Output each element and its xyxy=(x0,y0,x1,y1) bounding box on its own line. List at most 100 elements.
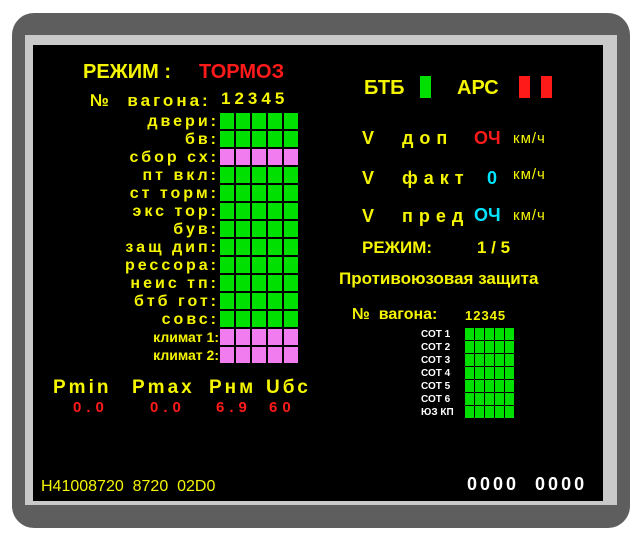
sot-cell xyxy=(495,341,504,353)
status-cell xyxy=(252,167,266,183)
status-cell xyxy=(284,221,298,237)
sot-cell xyxy=(505,380,514,392)
status-row-label: ст торм: xyxy=(129,185,219,202)
status-cell xyxy=(268,149,282,165)
status-cell xyxy=(236,329,250,345)
status-cell xyxy=(220,131,234,147)
car-numbers: 12345 xyxy=(221,89,289,108)
status-cell xyxy=(220,113,234,129)
status-row-label: був: xyxy=(173,221,219,238)
status-cell xyxy=(220,293,234,309)
sot-cell xyxy=(465,328,474,340)
status-cell xyxy=(236,149,250,165)
pressure-label: Pmin xyxy=(53,377,112,398)
sot-row-label: СОТ 3 xyxy=(421,355,451,366)
status-cell xyxy=(252,311,266,327)
status-cell xyxy=(220,347,234,363)
status-row-label: двери: xyxy=(147,113,219,130)
sot-cell xyxy=(495,367,504,379)
status-cell xyxy=(220,329,234,345)
pressure-label: Pнм xyxy=(209,377,257,398)
sot-cell xyxy=(475,406,484,418)
v-fakt-unit: км/ч xyxy=(513,166,546,183)
sot-cell xyxy=(505,328,514,340)
sot-cell xyxy=(505,406,514,418)
v-dop-value: ОЧ xyxy=(474,128,501,148)
status-cell xyxy=(220,257,234,273)
status-cell xyxy=(268,347,282,363)
status-row-label: бтб гот: xyxy=(133,293,219,310)
sot-cell xyxy=(485,367,494,379)
status-cell xyxy=(236,131,250,147)
status-cell xyxy=(284,311,298,327)
sot-cell xyxy=(485,406,494,418)
status-row-label: климат 1: xyxy=(153,329,219,345)
status-cell xyxy=(284,239,298,255)
right-mode-label: РЕЖИМ: xyxy=(362,238,433,257)
status-cell xyxy=(252,257,266,273)
status-cell xyxy=(220,203,234,219)
sot-cell xyxy=(495,354,504,366)
status-cell xyxy=(284,347,298,363)
status-cell xyxy=(236,221,250,237)
v-dop-label: V доп xyxy=(362,128,454,148)
status-cell xyxy=(236,113,250,129)
status-cell xyxy=(252,329,266,345)
pressure-value: 6.9 xyxy=(216,399,252,416)
v-pred-unit: км/ч xyxy=(513,207,546,224)
right-car-numbers: 12345 xyxy=(465,308,507,323)
pressure-value: 0.0 xyxy=(150,399,186,416)
status-cell xyxy=(268,167,282,183)
ars-indicator-2 xyxy=(541,76,552,98)
sot-row-label: СОТ 4 xyxy=(421,368,451,379)
status-cell xyxy=(284,167,298,183)
btb-indicator xyxy=(420,76,431,98)
status-cell xyxy=(284,149,298,165)
status-cell xyxy=(268,275,282,291)
status-row-label: неис тп: xyxy=(130,275,219,292)
ars-label: АРС xyxy=(457,77,499,99)
mode-value: ТОРМОЗ xyxy=(199,61,285,83)
status-cell xyxy=(220,185,234,201)
car-number-label: № вагона: xyxy=(90,91,211,110)
status-cell xyxy=(252,293,266,309)
sot-cell xyxy=(505,341,514,353)
right-mode-value: 1 / 5 xyxy=(477,238,511,257)
sot-cell xyxy=(465,341,474,353)
sot-cell xyxy=(495,406,504,418)
status-cell xyxy=(236,203,250,219)
status-cell xyxy=(284,185,298,201)
sot-cell xyxy=(465,367,474,379)
diagnostic-screen: РЕЖИМ : ТОРМОЗ № вагона: 12345 двери: бв:… xyxy=(33,45,603,501)
footer-counter: 0000 0000 xyxy=(467,474,588,494)
status-row-label: климат 2: xyxy=(153,347,219,363)
status-cell xyxy=(284,293,298,309)
status-cell xyxy=(284,131,298,147)
status-cell xyxy=(268,329,282,345)
pressure-value: 60 xyxy=(269,399,296,416)
sot-cell xyxy=(475,380,484,392)
v-pred-label: V пред xyxy=(362,206,470,226)
status-cell xyxy=(252,347,266,363)
status-cell xyxy=(284,257,298,273)
status-cell xyxy=(220,149,234,165)
status-grid xyxy=(220,113,298,363)
sot-cell xyxy=(475,328,484,340)
sot-grid xyxy=(465,328,514,418)
sot-cell xyxy=(495,393,504,405)
sot-cell xyxy=(465,393,474,405)
status-row-label: бв: xyxy=(184,131,219,148)
status-cell xyxy=(268,185,282,201)
pressure-label: Uбс xyxy=(266,377,311,398)
sot-cell xyxy=(485,380,494,392)
antiskid-title: Противоюзовая защита xyxy=(339,269,539,288)
status-cell xyxy=(236,257,250,273)
sot-cell xyxy=(505,367,514,379)
sot-row-label: СОТ 5 xyxy=(421,381,451,392)
footer-code: H41008720 8720 02D0 xyxy=(41,478,216,495)
status-row-label: пт вкл: xyxy=(142,167,219,184)
sot-row-label: СОТ 2 xyxy=(421,342,451,353)
sot-cell xyxy=(485,328,494,340)
sot-cell xyxy=(465,354,474,366)
status-cell xyxy=(220,167,234,183)
